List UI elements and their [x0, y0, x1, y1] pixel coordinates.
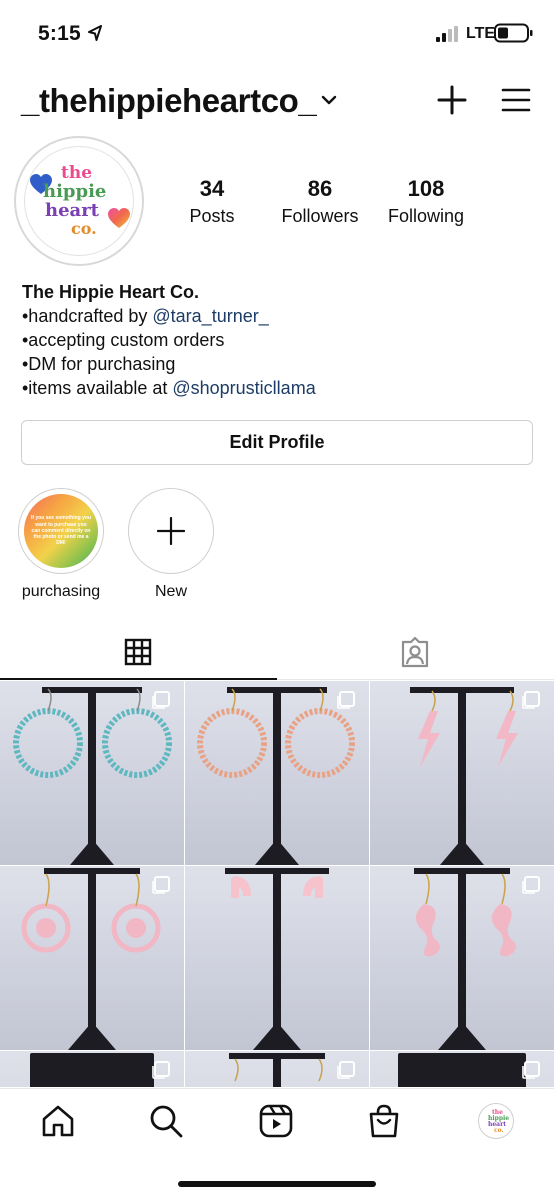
- highlight-cover-text: If you see something you want to purchas…: [31, 515, 92, 547]
- status-time: 5:15: [38, 22, 81, 45]
- following-count: 108: [407, 176, 445, 201]
- stat-posts[interactable]: 34 Posts: [172, 176, 252, 227]
- multiple-photos-icon: [152, 876, 170, 894]
- avatar-word-hippie: hippie: [43, 181, 107, 202]
- tagged-person-icon: [401, 636, 429, 668]
- heart-icon-rainbow: [108, 208, 130, 228]
- bio-line-handcrafted: •handcrafted by @tara_turner_: [22, 304, 532, 328]
- highlight-purchasing[interactable]: If you see something you want to purchas…: [18, 488, 104, 601]
- nav-avatar-word-co: co.: [494, 1127, 504, 1134]
- posts-count: 34: [199, 176, 225, 201]
- create-post-icon[interactable]: [436, 84, 468, 116]
- cellular-signal-icon: [436, 26, 458, 42]
- profile-bio: The Hippie Heart Co. •handcrafted by @ta…: [22, 280, 532, 400]
- post-thumbnail[interactable]: [370, 681, 554, 865]
- post-thumbnail[interactable]: [0, 681, 184, 865]
- battery-icon: [494, 23, 533, 43]
- bio-line-text: •handcrafted by: [22, 306, 153, 326]
- post-thumbnail[interactable]: [185, 681, 369, 865]
- multiple-photos-icon: [522, 1061, 540, 1079]
- avatar-word-heart: heart: [45, 200, 99, 221]
- bio-line-available: •items available at @shoprusticllama: [22, 376, 532, 400]
- profile-header: _thehippieheartco_: [0, 80, 554, 126]
- stat-followers[interactable]: 86 Followers: [270, 176, 370, 227]
- post-thumbnail[interactable]: [370, 1051, 554, 1087]
- bio-line-text: •items available at: [22, 378, 173, 398]
- account-switcher-username[interactable]: _thehippieheartco_: [21, 82, 317, 120]
- multiple-photos-icon: [152, 691, 170, 709]
- network-type: LTE: [466, 25, 496, 42]
- post-thumbnail[interactable]: [0, 866, 184, 1050]
- bio-line-custom-orders: •accepting custom orders: [22, 330, 225, 350]
- profile-tab-avatar[interactable]: the hippie heart co.: [478, 1103, 514, 1139]
- post-thumbnail[interactable]: [0, 1051, 184, 1087]
- following-label: Following: [387, 206, 465, 226]
- plus-icon: [157, 517, 185, 545]
- home-icon[interactable]: [40, 1103, 76, 1139]
- posts-label: Posts: [189, 206, 235, 226]
- reels-icon[interactable]: [258, 1103, 294, 1139]
- avatar-word-co: co.: [71, 219, 97, 238]
- tab-posts-grid[interactable]: [0, 628, 277, 680]
- post-thumbnail[interactable]: [185, 866, 369, 1050]
- highlight-ring: If you see something you want to purchas…: [18, 488, 104, 574]
- avatar-logo: the hippie heart co.: [24, 146, 134, 256]
- search-icon[interactable]: [148, 1103, 184, 1139]
- post-thumbnail[interactable]: [370, 866, 554, 1050]
- multiple-photos-icon: [337, 691, 355, 709]
- earring-stand-image: [225, 868, 329, 1050]
- multiple-photos-icon: [522, 876, 540, 894]
- followers-count: 86: [307, 176, 333, 201]
- profile-avatar[interactable]: the hippie heart co.: [14, 136, 144, 266]
- location-arrow-icon: [88, 25, 102, 41]
- highlight-label: purchasing: [21, 583, 101, 600]
- status-bar: 5:15 LTE: [0, 0, 554, 66]
- bio-line-dm: •DM for purchasing: [22, 354, 176, 374]
- hamburger-menu-icon[interactable]: [500, 86, 532, 114]
- shop-bag-icon[interactable]: [366, 1103, 402, 1139]
- stat-following[interactable]: 108 Following: [376, 176, 476, 227]
- mention-link[interactable]: @tara_turner_: [152, 306, 268, 326]
- highlight-ring: [128, 488, 214, 574]
- multiple-photos-icon: [152, 1061, 170, 1079]
- post-thumbnail[interactable]: [185, 1051, 369, 1087]
- chevron-down-icon[interactable]: [320, 93, 338, 107]
- bio-display-name: The Hippie Heart Co.: [22, 282, 200, 302]
- grid-icon: [124, 638, 152, 666]
- highlight-new[interactable]: New: [128, 488, 214, 601]
- home-indicator: [178, 1181, 376, 1187]
- highlight-label: New: [154, 583, 187, 600]
- followers-label: Followers: [281, 206, 359, 226]
- multiple-photos-icon: [337, 1061, 355, 1079]
- edit-profile-button[interactable]: Edit Profile: [21, 420, 533, 465]
- posts-grid: [0, 681, 554, 1087]
- avatar-word-the: the: [61, 163, 93, 183]
- multiple-photos-icon: [522, 691, 540, 709]
- highlight-cover: If you see something you want to purchas…: [24, 494, 98, 568]
- mention-link[interactable]: @shoprusticllama: [172, 378, 315, 398]
- tab-tagged[interactable]: [277, 628, 554, 680]
- profile-tabs: [0, 628, 554, 680]
